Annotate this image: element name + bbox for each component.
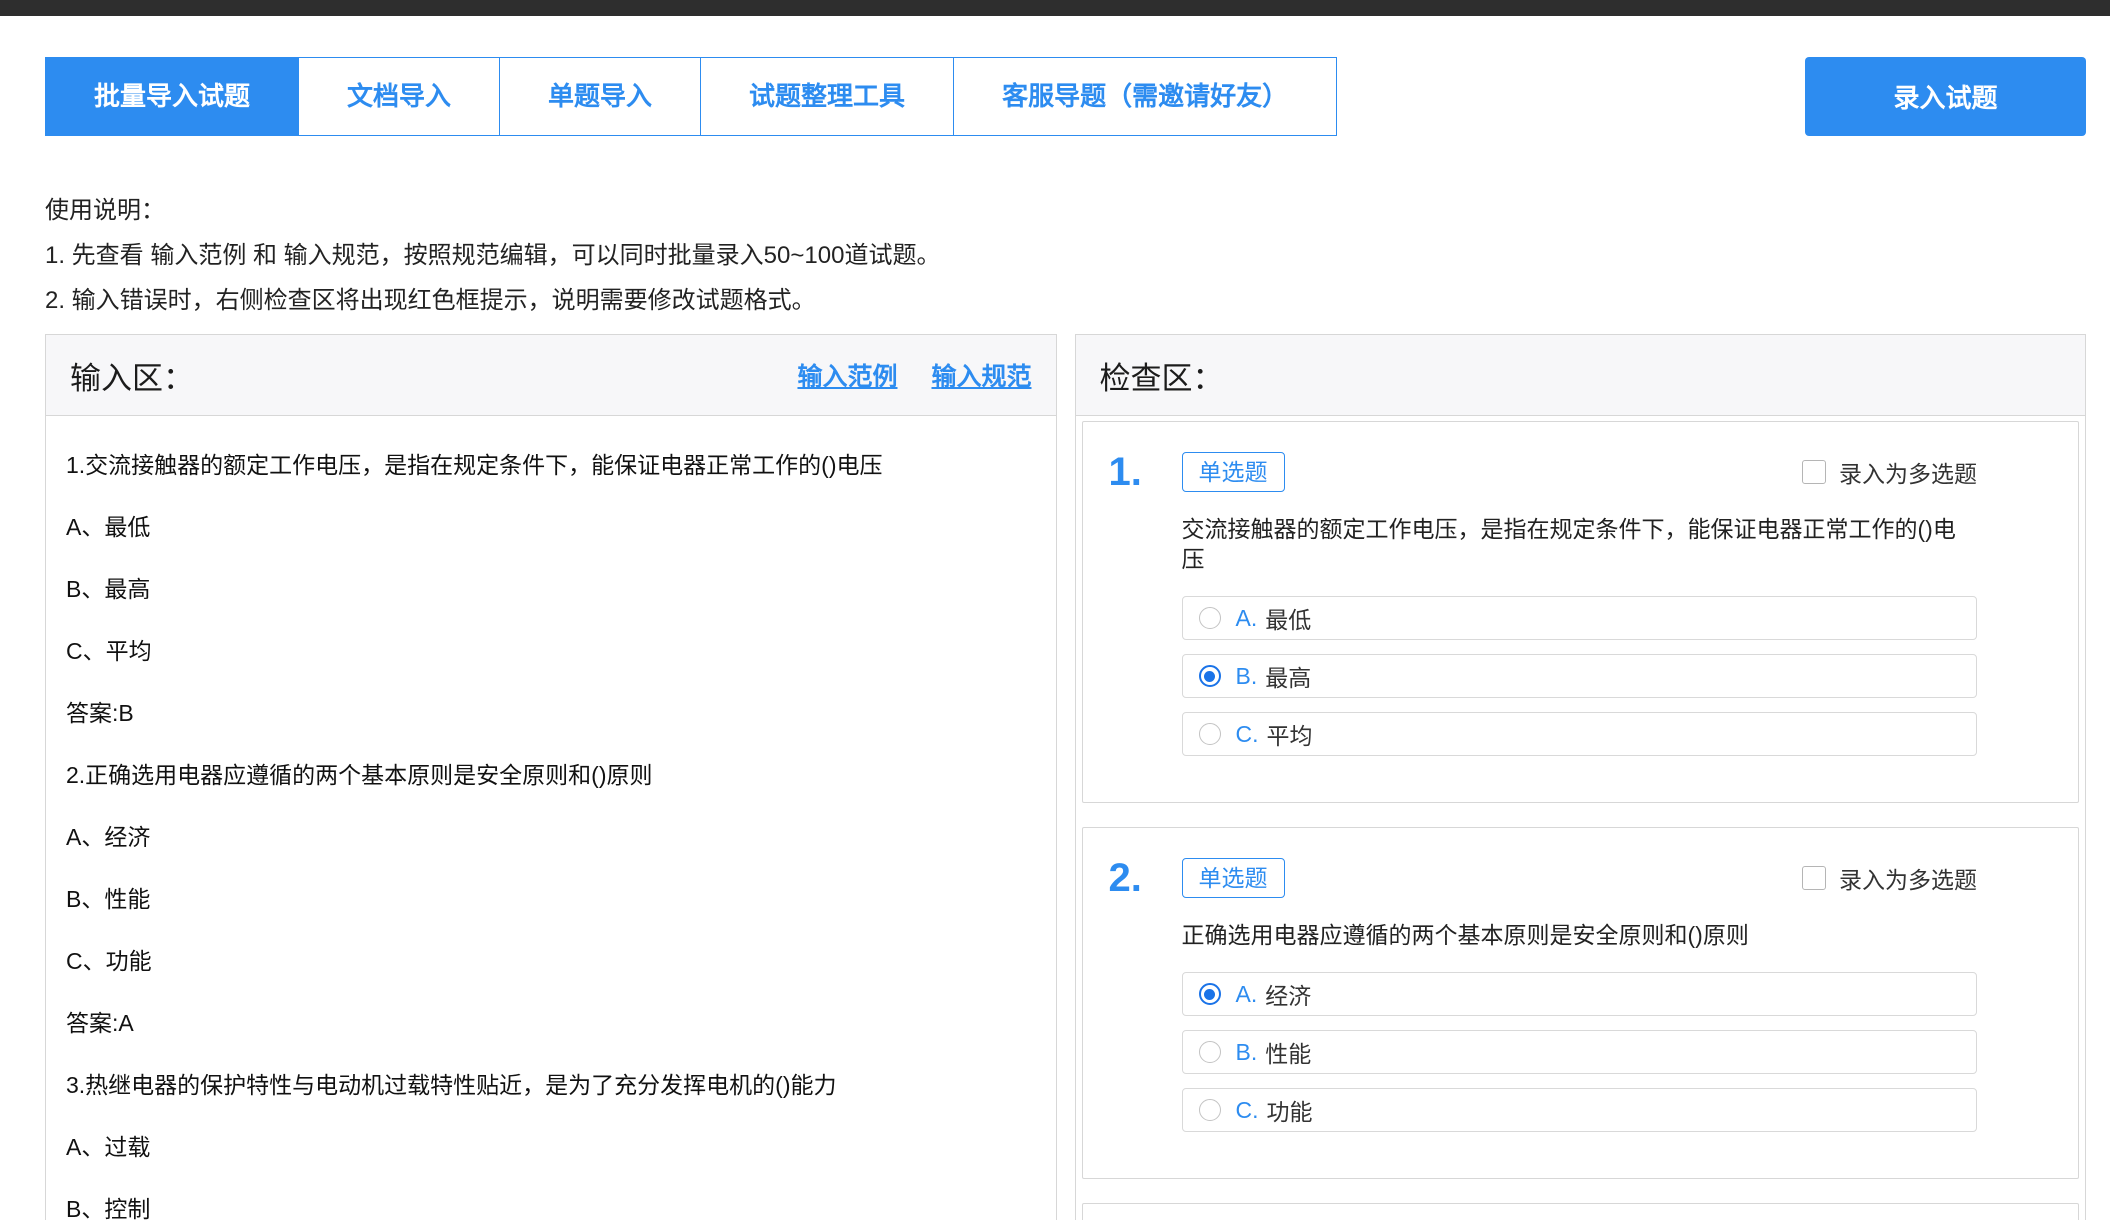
option-letter: B. [1236, 1039, 1258, 1066]
option-row[interactable]: B. 性能 [1182, 1030, 1978, 1074]
multi-select-checkbox[interactable] [1802, 866, 1826, 890]
check-panel: 检查区： 1. 单选题 录入为多选题 交流接触器的额定工作电压，是指在规定条件下… [1075, 334, 2087, 1220]
radio-button[interactable] [1199, 1099, 1221, 1121]
question-card: 1. 单选题 录入为多选题 交流接触器的额定工作电压，是指在规定条件下，能保证电… [1082, 421, 2080, 803]
input-panel: 输入区： 输入范例 输入规范 1.交流接触器的额定工作电压，是指在规定条件下，能… [45, 334, 1057, 1220]
tab-support-import[interactable]: 客服导题（需邀请好友） [954, 57, 1337, 136]
question-options: A. 最低 B. 最高 C. 平均 [1182, 596, 1978, 802]
option-letter: C. [1236, 721, 1259, 748]
option-text: 平均 [1267, 717, 1313, 751]
input-spec-link[interactable]: 输入规范 [931, 357, 1031, 393]
input-panel-title: 输入区： [70, 353, 194, 398]
main-panels: 输入区： 输入范例 输入规范 1.交流接触器的额定工作电压，是指在规定条件下，能… [45, 334, 2086, 1220]
option-row[interactable]: C. 功能 [1182, 1088, 1978, 1132]
input-line: A、过载 [66, 1116, 1036, 1178]
input-line: C、平均 [66, 620, 1036, 682]
option-row[interactable]: A. 经济 [1182, 972, 1978, 1016]
check-panel-title: 检查区： [1100, 353, 1224, 398]
option-row[interactable]: A. 最低 [1182, 596, 1978, 640]
radio-button[interactable] [1199, 1041, 1221, 1063]
input-line: A、最低 [66, 496, 1036, 558]
option-letter: A. [1236, 981, 1258, 1008]
question-number: 1. [1109, 452, 1182, 492]
instructions-title: 使用说明： [45, 188, 940, 233]
tab-single-import[interactable]: 单题导入 [500, 57, 701, 136]
question-head: 1. 单选题 录入为多选题 [1083, 422, 2079, 492]
tab-batch-import[interactable]: 批量导入试题 [45, 57, 299, 136]
radio-button[interactable] [1199, 723, 1221, 745]
multi-select-checkbox[interactable] [1802, 460, 1826, 484]
check-panel-content: 1. 单选题 录入为多选题 交流接触器的额定工作电压，是指在规定条件下，能保证电… [1076, 416, 2086, 1220]
tab-document-import[interactable]: 文档导入 [299, 57, 500, 136]
question-text: 正确选用电器应遵循的两个基本原则是安全原则和()原则 [1182, 920, 1978, 950]
question-head: 3. 单选题 录入为多选题 [1083, 1204, 2079, 1220]
option-text: 性能 [1265, 1035, 1311, 1069]
input-line: A、经济 [66, 806, 1036, 868]
option-letter: C. [1236, 1097, 1259, 1124]
question-card: 2. 单选题 录入为多选题 正确选用电器应遵循的两个基本原则是安全原则和()原则… [1082, 827, 2080, 1179]
input-panel-links: 输入范例 输入规范 [797, 357, 1031, 393]
radio-button[interactable] [1199, 607, 1221, 629]
input-line: B、最高 [66, 558, 1036, 620]
option-text: 最低 [1265, 601, 1311, 635]
question-number: 2. [1109, 858, 1182, 898]
input-line: 2.正确选用电器应遵循的两个基本原则是安全原则和()原则 [66, 744, 1036, 806]
question-head: 2. 单选题 录入为多选题 [1083, 828, 2079, 898]
check-panel-header: 检查区： [1076, 335, 2086, 416]
usage-instructions: 使用说明： 1. 先查看 输入范例 和 输入规范，按照规范编辑，可以同时批量录入… [45, 188, 940, 323]
input-line: C、功能 [66, 930, 1036, 992]
submit-questions-button[interactable]: 录入试题 [1805, 57, 2086, 136]
option-row[interactable]: C. 平均 [1182, 712, 1978, 756]
instructions-line-2: 2. 输入错误时，右侧检查区将出现红色框提示，说明需要修改试题格式。 [45, 278, 940, 323]
option-text: 功能 [1267, 1093, 1313, 1127]
question-input-area[interactable]: 1.交流接触器的额定工作电压，是指在规定条件下，能保证电器正常工作的()电压 A… [46, 416, 1056, 1220]
multi-select-label: 录入为多选题 [1839, 861, 1977, 895]
input-panel-header: 输入区： 输入范例 输入规范 [46, 335, 1056, 416]
option-text: 经济 [1265, 977, 1311, 1011]
input-line: 1.交流接触器的额定工作电压，是指在规定条件下，能保证电器正常工作的()电压 [66, 434, 1036, 496]
option-letter: A. [1236, 605, 1258, 632]
tab-bar: 批量导入试题 文档导入 单题导入 试题整理工具 客服导题（需邀请好友） [45, 57, 1337, 136]
multi-select-toggle: 录入为多选题 [1802, 455, 1977, 489]
option-letter: B. [1236, 663, 1258, 690]
input-line: 答案:B [66, 682, 1036, 744]
question-card: 3. 单选题 录入为多选题 [1082, 1203, 2080, 1220]
input-line: B、控制 [66, 1178, 1036, 1220]
radio-button[interactable] [1199, 665, 1221, 687]
radio-button[interactable] [1199, 983, 1221, 1005]
question-options: A. 经济 B. 性能 C. 功能 [1182, 972, 1978, 1178]
multi-select-toggle: 录入为多选题 [1802, 861, 1977, 895]
option-row[interactable]: B. 最高 [1182, 654, 1978, 698]
top-bar [0, 0, 2110, 16]
question-text: 交流接触器的额定工作电压，是指在规定条件下，能保证电器正常工作的()电压 [1182, 514, 1978, 574]
input-sample-link[interactable]: 输入范例 [797, 357, 897, 393]
question-type-badge[interactable]: 单选题 [1182, 452, 1285, 492]
instructions-line-1: 1. 先查看 输入范例 和 输入规范，按照规范编辑，可以同时批量录入50~100… [45, 233, 940, 278]
question-type-badge[interactable]: 单选题 [1182, 858, 1285, 898]
input-line: B、性能 [66, 868, 1036, 930]
input-line: 3.热继电器的保护特性与电动机过载特性贴近，是为了充分发挥电机的()能力 [66, 1054, 1036, 1116]
option-text: 最高 [1265, 659, 1311, 693]
multi-select-label: 录入为多选题 [1839, 455, 1977, 489]
input-line: 答案:A [66, 992, 1036, 1054]
tab-organize-tool[interactable]: 试题整理工具 [701, 57, 954, 136]
